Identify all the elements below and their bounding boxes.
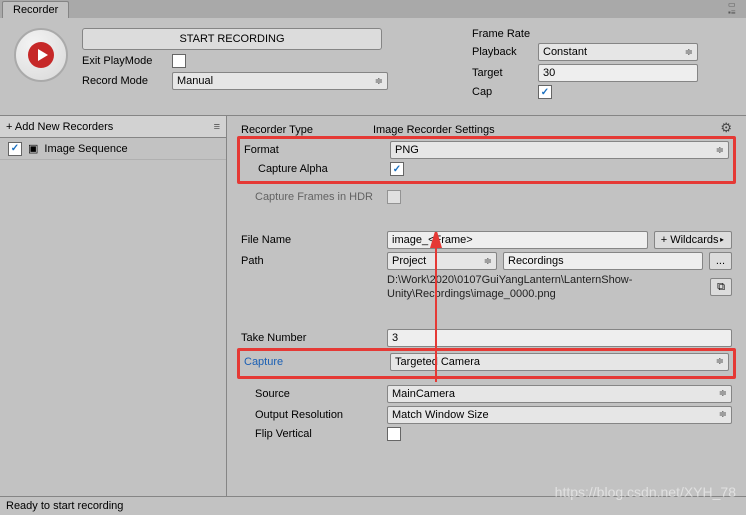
path-browse-button[interactable]: ... [709, 252, 732, 270]
window-controls: ▭ ▪≡ [728, 2, 742, 16]
tab-bar: Recorder [0, 0, 746, 18]
add-recorder-header[interactable]: + Add New Recorders [0, 116, 226, 138]
take-number-field[interactable]: 3 [387, 329, 732, 347]
capture-dropdown[interactable]: Targeted Camera [390, 353, 729, 371]
highlight-format: Format PNG Capture Alpha [237, 136, 736, 184]
flip-vertical-label: Flip Vertical [241, 428, 381, 440]
top-fields: START RECORDING Exit PlayMode Record Mod… [82, 28, 458, 99]
playback-label: Playback [472, 46, 532, 58]
body: + Add New Recorders ▣ Image Sequence ⚙ R… [0, 116, 746, 512]
filename-field[interactable]: image_<Frame> [387, 231, 648, 249]
take-number-label: Take Number [241, 332, 381, 344]
target-field[interactable]: 30 [538, 64, 698, 82]
format-dropdown[interactable]: PNG [390, 141, 729, 159]
wildcards-button[interactable]: + Wildcards ‣ [654, 231, 732, 249]
capture-alpha-label: Capture Alpha [244, 163, 384, 175]
recorder-item-checkbox[interactable] [8, 142, 22, 156]
highlight-capture: Capture Targeted Camera [237, 348, 736, 379]
cap-checkbox[interactable] [538, 85, 552, 99]
capture-label: Capture [244, 356, 384, 368]
window-menu-icon[interactable]: ▪≡ [728, 10, 742, 16]
gear-icon[interactable]: ⚙ [720, 120, 732, 136]
filename-label: File Name [241, 234, 381, 246]
source-dropdown[interactable]: MainCamera [387, 385, 732, 403]
source-label: Source [241, 388, 381, 400]
start-recording-button[interactable]: START RECORDING [82, 28, 382, 50]
recorder-type-label: Recorder Type [241, 124, 313, 136]
play-icon [27, 41, 55, 69]
play-button[interactable] [14, 28, 68, 82]
recorder-item[interactable]: ▣ Image Sequence [0, 138, 226, 160]
open-folder-button[interactable]: ⧉ [710, 278, 732, 296]
playback-dropdown[interactable]: Constant [538, 43, 698, 61]
capture-alpha-checkbox[interactable] [390, 162, 404, 176]
status-bar: Ready to start recording [0, 496, 746, 514]
recorder-settings: ⚙ Recorder Type Image Recorder Settings … [227, 116, 746, 512]
record-mode-label: Record Mode [82, 75, 166, 87]
top-section: START RECORDING Exit PlayMode Record Mod… [0, 18, 746, 116]
hdr-label: Capture Frames in HDR [241, 191, 381, 203]
path-field[interactable]: Recordings [503, 252, 703, 270]
recorder-settings-label: Image Recorder Settings [373, 124, 495, 136]
exit-playmode-checkbox[interactable] [172, 54, 186, 68]
path-label: Path [241, 255, 381, 267]
record-mode-dropdown[interactable]: Manual [172, 72, 388, 90]
sidebar: + Add New Recorders ▣ Image Sequence [0, 116, 227, 512]
format-label: Format [244, 144, 384, 156]
frame-rate-section: Frame Rate Playback Constant Target 30 C… [472, 28, 732, 99]
recorder-item-label: Image Sequence [44, 143, 127, 155]
flip-vertical-checkbox[interactable] [387, 427, 401, 441]
target-label: Target [472, 67, 532, 79]
resolution-dropdown[interactable]: Match Window Size [387, 406, 732, 424]
cap-label: Cap [472, 86, 532, 98]
image-icon: ▣ [28, 142, 38, 155]
frame-rate-title: Frame Rate [472, 28, 732, 40]
menu-icon[interactable] [214, 121, 220, 133]
exit-playmode-label: Exit PlayMode [82, 55, 166, 67]
add-recorder-label: + Add New Recorders [6, 121, 113, 133]
path-root-dropdown[interactable]: Project [387, 252, 497, 270]
full-path-text: D:\Work\2020\0107GuiYangLantern\LanternS… [387, 273, 704, 302]
tab-recorder[interactable]: Recorder [2, 1, 69, 18]
resolution-label: Output Resolution [241, 409, 381, 421]
hdr-checkbox [387, 190, 401, 204]
